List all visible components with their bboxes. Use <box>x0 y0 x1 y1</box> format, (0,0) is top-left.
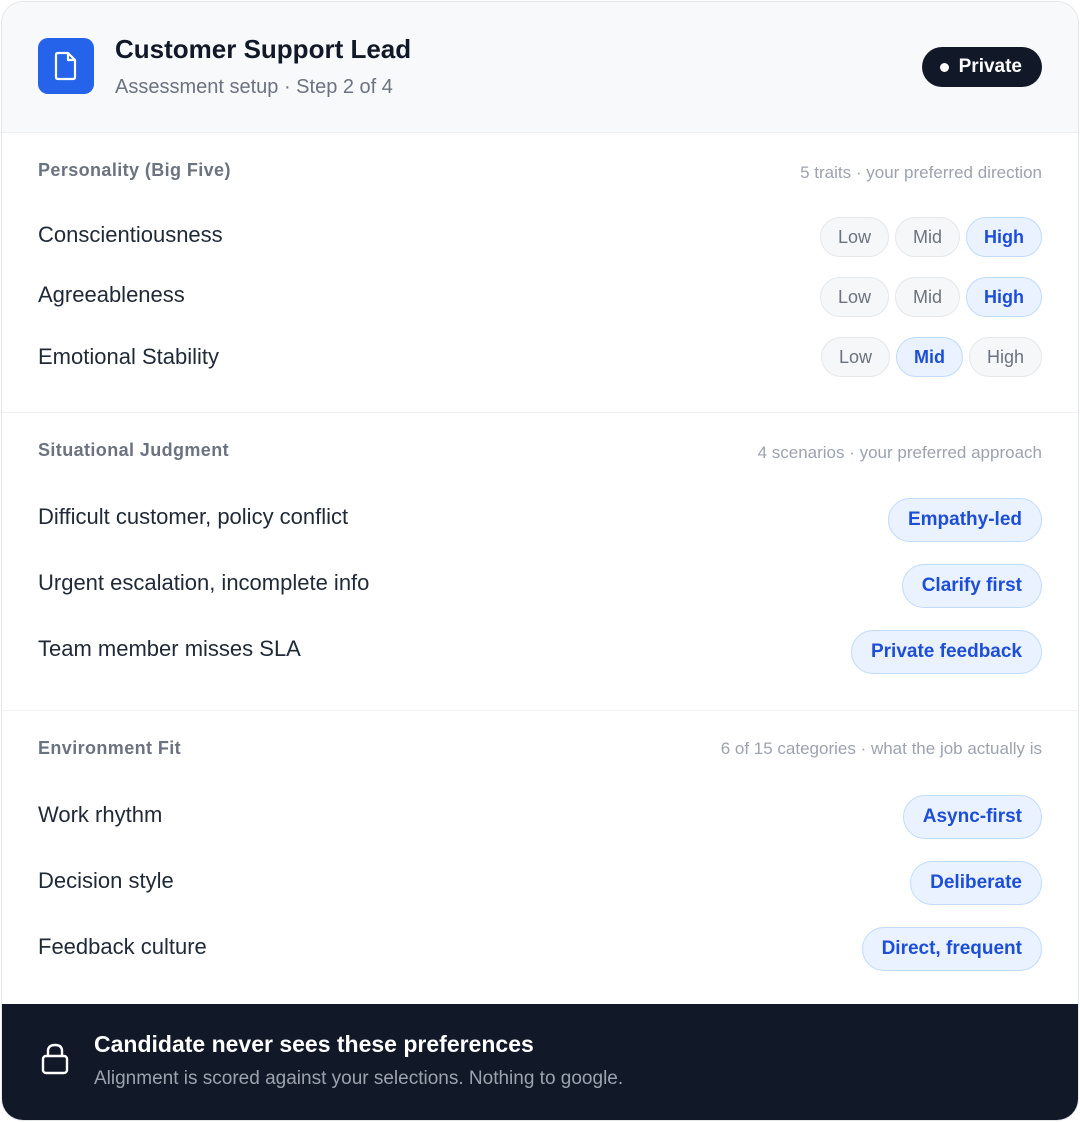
section-meta: 5 traits · your preferred direction <box>800 163 1042 182</box>
option-high[interactable]: High <box>968 337 1042 377</box>
category-label: Decision style <box>38 868 174 893</box>
category-choice[interactable]: Deliberate <box>910 861 1042 905</box>
category-label: Feedback culture <box>38 934 207 959</box>
scenario-choice[interactable]: Private feedback <box>850 630 1042 674</box>
step-indicator: Assessment setup · Step 2 of 4 <box>115 76 393 98</box>
card-header: Customer Support Lead Assessment setup ·… <box>2 2 1078 133</box>
option-mid[interactable]: Mid <box>894 217 960 257</box>
lock-icon <box>40 1042 70 1081</box>
section-meta: 4 scenarios · your preferred approach <box>757 443 1042 462</box>
private-badge-label: Private <box>958 56 1022 77</box>
trait-label: Agreeableness <box>38 282 185 307</box>
scenario-choice[interactable]: Clarify first <box>901 564 1042 608</box>
trait-label: Conscientiousness <box>38 222 223 247</box>
judgment-section: Situational Judgment 4 scenarios · your … <box>2 413 1078 711</box>
scenario-choice[interactable]: Empathy-led <box>887 498 1042 542</box>
option-high[interactable]: High <box>966 277 1042 317</box>
category-choice[interactable]: Async-first <box>902 795 1042 839</box>
footer-title: Candidate never sees these preferences <box>94 1031 534 1057</box>
category-label: Work rhythm <box>38 802 163 827</box>
option-low[interactable]: Low <box>819 217 889 257</box>
scenario-label: Difficult customer, policy conflict <box>38 504 349 529</box>
footer-text: Alignment is scored against your selecti… <box>94 1068 624 1089</box>
trait-selector-emotional-stability: Low Mid High <box>820 337 1042 377</box>
trait-selector-conscientiousness: Low Mid High <box>819 217 1042 257</box>
personality-section: Personality (Big Five) 5 traits · your p… <box>2 133 1078 413</box>
option-mid[interactable]: Mid <box>894 277 960 317</box>
section-title: Personality (Big Five) <box>38 160 231 180</box>
option-low[interactable]: Low <box>819 277 889 317</box>
scenario-label: Team member misses SLA <box>38 636 301 661</box>
section-title: Situational Judgment <box>38 440 230 460</box>
private-badge: Private <box>921 47 1042 87</box>
page-title: Customer Support Lead <box>115 34 412 64</box>
option-mid[interactable]: Mid <box>895 337 963 377</box>
section-meta: 6 of 15 categories · what the job actual… <box>720 739 1042 758</box>
scenario-label: Urgent escalation, incomplete info <box>38 570 370 595</box>
trait-selector-agreeableness: Low Mid High <box>819 277 1042 317</box>
document-icon <box>38 38 94 94</box>
section-title: Environment Fit <box>38 738 182 758</box>
trait-label: Emotional Stability <box>38 344 219 369</box>
assessment-card: Customer Support Lead Assessment setup ·… <box>1 1 1079 1121</box>
status-dot-icon <box>939 62 949 72</box>
option-low[interactable]: Low <box>820 337 890 377</box>
privacy-footer: Candidate never sees these preferences A… <box>2 1004 1078 1120</box>
environment-section: Environment Fit 6 of 15 categories · wha… <box>2 711 1078 1007</box>
category-choice[interactable]: Direct, frequent <box>861 927 1042 971</box>
option-high[interactable]: High <box>966 217 1042 257</box>
